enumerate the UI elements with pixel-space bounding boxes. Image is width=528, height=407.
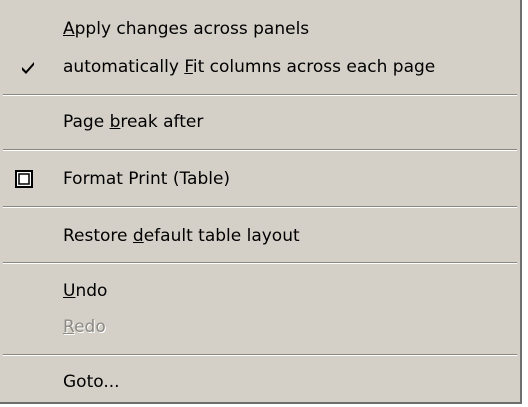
menu-item-label: Apply changes across panels xyxy=(63,19,310,39)
mnemonic: A xyxy=(63,19,75,39)
menu-separator xyxy=(3,206,517,208)
table-frame-icon xyxy=(15,170,33,188)
menu-item-label: Redo xyxy=(63,317,106,337)
menu-separator xyxy=(3,354,517,356)
menu-item-redo[interactable]: Redo xyxy=(0,310,520,344)
mnemonic: U xyxy=(63,281,76,301)
mnemonic: R xyxy=(63,317,75,337)
menu-item-label: Undo xyxy=(63,281,108,301)
menu-separator xyxy=(3,262,517,264)
menu-item-label: Goto... xyxy=(63,372,120,392)
menu-separator xyxy=(3,149,517,151)
menu-separator xyxy=(3,94,517,96)
menu-item-apply-changes-across-panels[interactable]: Apply changes across panels xyxy=(0,12,520,46)
menu-item-label: Restore default table layout xyxy=(63,226,300,246)
menu-item-undo[interactable]: Undo xyxy=(0,274,520,308)
menu-item-label: automatically Fit columns across each pa… xyxy=(63,57,436,77)
mnemonic: d xyxy=(132,226,144,246)
menu-item-restore-default-table-layout[interactable]: Restore default table layout xyxy=(0,219,520,253)
mnemonic: b xyxy=(109,112,121,132)
menu-item-label: Format Print (Table) xyxy=(63,169,231,189)
menu-item-label: Page break after xyxy=(63,112,204,132)
menu-item-goto[interactable]: Goto... xyxy=(0,365,520,399)
checkmark-icon xyxy=(22,62,34,74)
menu-item-format-print-table[interactable]: Format Print (Table) xyxy=(0,162,520,196)
context-menu: Apply changes across panels automaticall… xyxy=(0,0,522,404)
menu-item-auto-fit-columns[interactable]: automatically Fit columns across each pa… xyxy=(0,50,520,84)
menu-item-page-break-after[interactable]: Page break after xyxy=(0,105,520,139)
mnemonic: F xyxy=(184,57,193,77)
